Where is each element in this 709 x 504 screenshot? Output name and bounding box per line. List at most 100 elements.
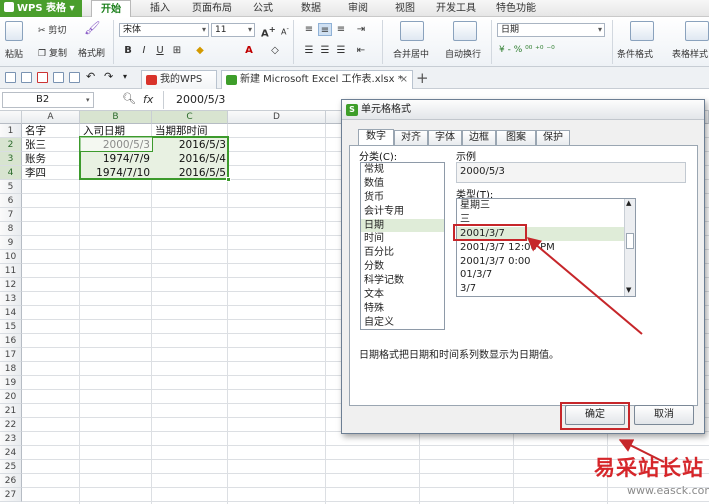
- format-painter-icon[interactable]: 🖌: [84, 21, 101, 37]
- row-header[interactable]: 12: [0, 278, 22, 292]
- select-all-corner[interactable]: [0, 111, 22, 124]
- category-item[interactable]: 特殊: [361, 302, 444, 316]
- paste-icon[interactable]: [5, 21, 23, 41]
- print-icon[interactable]: [53, 72, 64, 83]
- row-header[interactable]: 1: [0, 124, 22, 138]
- tab-data[interactable]: 数据: [291, 0, 331, 17]
- name-box[interactable]: B2: [2, 92, 94, 108]
- merge-center-icon[interactable]: [400, 21, 424, 41]
- cut-button[interactable]: ✂ 剪切: [38, 23, 66, 36]
- scroll-down-icon[interactable]: ▼: [626, 286, 631, 294]
- eraser-icon[interactable]: ◇: [268, 44, 282, 57]
- chevron-down-icon[interactable]: ▾: [86, 96, 90, 104]
- redo-icon[interactable]: ↷: [104, 70, 113, 83]
- border-icon[interactable]: ⊞: [170, 44, 184, 57]
- row-header[interactable]: 7: [0, 208, 22, 222]
- italic-button[interactable]: I: [137, 44, 151, 57]
- row-header[interactable]: 9: [0, 236, 22, 250]
- scroll-thumb[interactable]: [626, 233, 634, 249]
- cancel-button[interactable]: 取消: [634, 405, 694, 425]
- font-select[interactable]: 宋体: [119, 23, 209, 37]
- category-item[interactable]: 时间: [361, 232, 444, 246]
- tab-border[interactable]: 边框: [462, 130, 496, 145]
- row-header[interactable]: 19: [0, 376, 22, 390]
- row-header[interactable]: 17: [0, 348, 22, 362]
- align-right-icon[interactable]: ☰: [334, 44, 348, 57]
- row-header[interactable]: 22: [0, 418, 22, 432]
- type-item[interactable]: 2001/3/7 0:00: [457, 255, 635, 269]
- align-left-icon[interactable]: ☰: [302, 44, 316, 57]
- ok-button[interactable]: 确定: [565, 405, 625, 425]
- format-painter-label[interactable]: 格式刷: [78, 46, 105, 59]
- table-style-label[interactable]: 表格样式: [672, 47, 708, 60]
- tab-page-layout[interactable]: 页面布局: [187, 0, 237, 17]
- align-bottom-icon[interactable]: ≡: [334, 23, 348, 36]
- category-item[interactable]: 货币: [361, 191, 444, 205]
- undo-icon[interactable]: ↶: [86, 70, 95, 83]
- number-format-buttons[interactable]: ¥ - % ⁰⁰ ⁺⁰ ⁻⁰: [499, 45, 555, 55]
- type-item[interactable]: 01/3/7: [457, 268, 635, 282]
- row-header[interactable]: 25: [0, 460, 22, 474]
- fill-handle[interactable]: [226, 177, 231, 182]
- more-icon[interactable]: ▾: [123, 72, 127, 81]
- outdent-icon[interactable]: ⇤: [354, 44, 368, 57]
- tab-alignment[interactable]: 对齐: [394, 130, 428, 145]
- cell-a4[interactable]: 李四: [25, 166, 46, 180]
- category-list[interactable]: 常规 数值 货币 会计专用 日期 时间 百分比 分数 科学记数 文本 特殊 自定义: [360, 162, 445, 330]
- row-header[interactable]: 26: [0, 474, 22, 488]
- tab-developer[interactable]: 开发工具: [431, 0, 481, 17]
- underline-button[interactable]: U: [153, 44, 167, 57]
- bold-button[interactable]: B: [121, 44, 135, 57]
- new-tab-icon[interactable]: +: [416, 69, 429, 87]
- row-header[interactable]: 21: [0, 404, 22, 418]
- tab-font[interactable]: 字体: [428, 130, 462, 145]
- row-header[interactable]: 10: [0, 250, 22, 264]
- font-color-icon[interactable]: A: [242, 44, 256, 57]
- copy-button[interactable]: ❐ 复制: [38, 46, 67, 59]
- type-item[interactable]: 星期三: [457, 199, 635, 213]
- category-item[interactable]: 日期: [361, 218, 444, 233]
- wrap-text-label[interactable]: 自动换行: [445, 47, 481, 60]
- row-header[interactable]: 18: [0, 362, 22, 376]
- dialog-title-bar[interactable]: S 单元格格式: [342, 100, 704, 120]
- preview-icon[interactable]: [69, 72, 80, 83]
- row-header[interactable]: 4: [0, 166, 22, 180]
- fill-color-icon[interactable]: ◆: [193, 44, 207, 57]
- shrink-font-icon[interactable]: A-: [278, 23, 292, 37]
- row-header[interactable]: 11: [0, 264, 22, 278]
- row-header[interactable]: 16: [0, 334, 22, 348]
- row-header[interactable]: 23: [0, 432, 22, 446]
- type-item[interactable]: 3/7: [457, 282, 635, 296]
- row-header[interactable]: 14: [0, 306, 22, 320]
- tab-workbook[interactable]: 新建 Microsoft Excel 工作表.xlsx * ×: [221, 70, 413, 89]
- row-header[interactable]: 5: [0, 180, 22, 194]
- align-top-icon[interactable]: ≡: [302, 23, 316, 36]
- column-header-b[interactable]: B: [80, 111, 152, 124]
- row-header[interactable]: 24: [0, 446, 22, 460]
- scroll-up-icon[interactable]: ▲: [626, 199, 631, 207]
- column-header-d[interactable]: D: [228, 111, 326, 124]
- number-format-select[interactable]: 日期: [497, 23, 605, 37]
- merge-center-label[interactable]: 合并居中: [393, 47, 429, 60]
- tab-my-wps[interactable]: 我的WPS: [141, 70, 217, 89]
- tab-number[interactable]: 数字: [358, 129, 394, 146]
- category-item[interactable]: 自定义: [361, 316, 444, 329]
- type-list[interactable]: 星期三三 2001/3/7 2001/3/7 12:00 PM 2001/3/7 0:…: [456, 198, 636, 297]
- row-header[interactable]: 13: [0, 292, 22, 306]
- cell-a1[interactable]: 名字: [25, 124, 46, 138]
- grow-font-icon[interactable]: A+: [261, 23, 276, 39]
- row-header[interactable]: 27: [0, 488, 22, 502]
- align-center-icon[interactable]: ☰: [318, 44, 332, 57]
- fx-icon[interactable]: fx: [143, 93, 153, 106]
- tab-special[interactable]: 特色功能: [488, 0, 544, 17]
- paste-label[interactable]: 粘贴: [5, 47, 23, 60]
- cell-a2[interactable]: 张三: [25, 138, 46, 152]
- category-item[interactable]: 数值: [361, 177, 444, 191]
- row-header[interactable]: 8: [0, 222, 22, 236]
- conditional-format-label[interactable]: 条件格式: [617, 47, 653, 60]
- app-menu-button[interactable]: WPS 表格 ▾: [0, 0, 82, 17]
- row-header[interactable]: 3: [0, 152, 22, 166]
- category-item[interactable]: 科学记数: [361, 274, 444, 288]
- open-file-icon[interactable]: [21, 72, 32, 83]
- tab-insert[interactable]: 插入: [140, 0, 180, 17]
